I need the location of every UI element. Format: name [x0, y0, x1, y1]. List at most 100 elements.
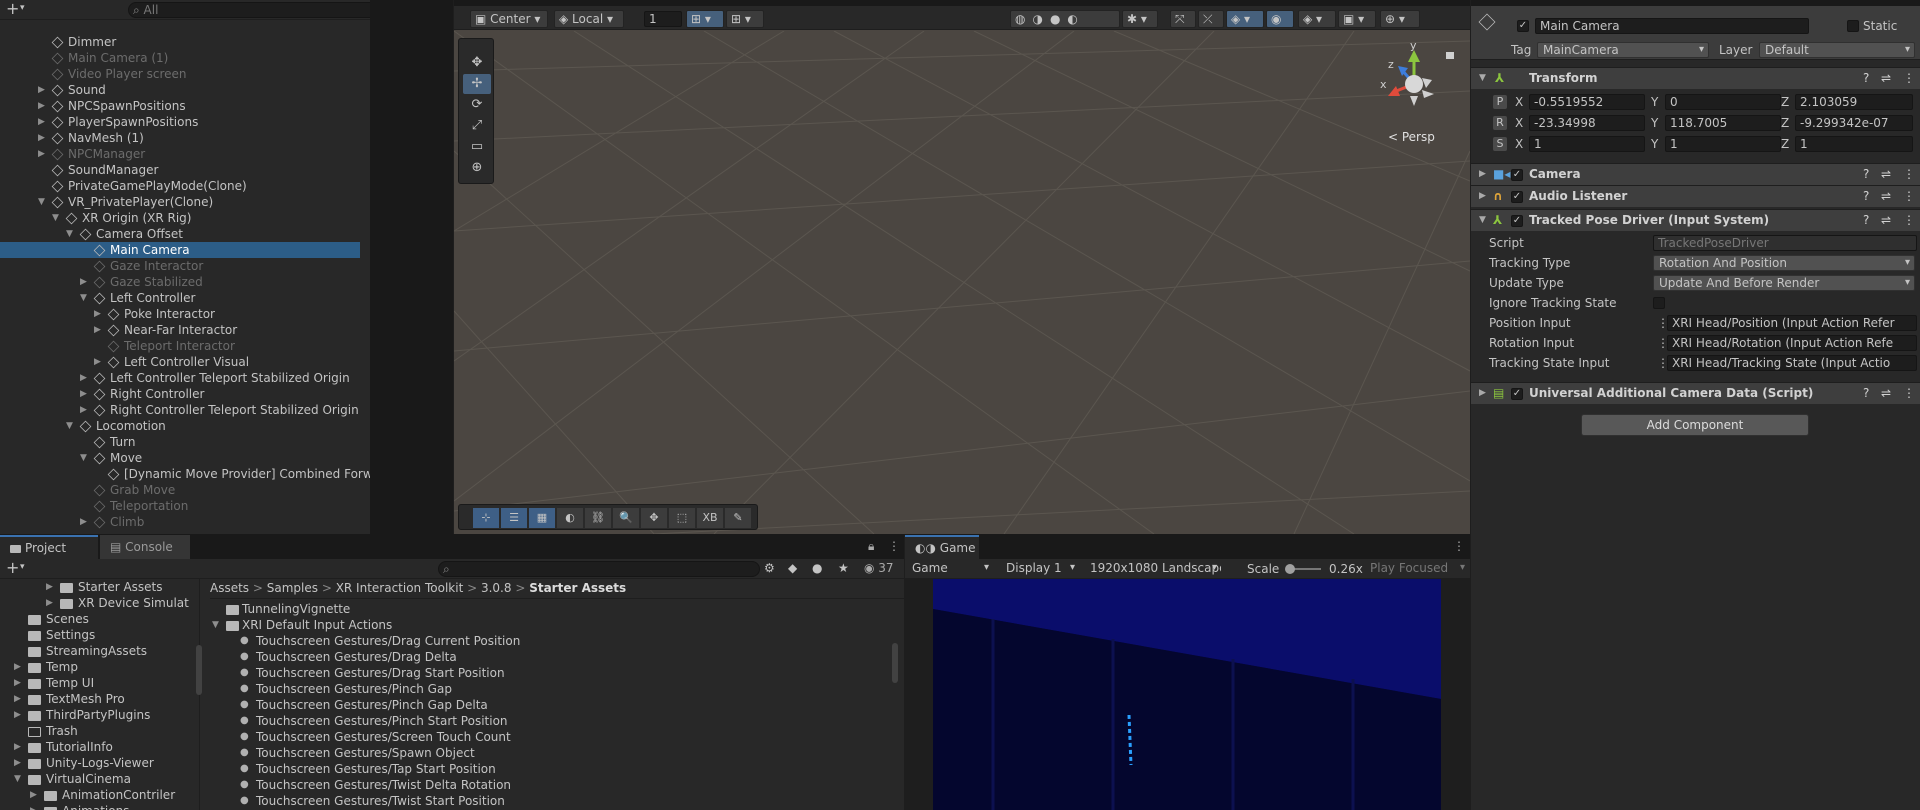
expand-arrow-icon[interactable]: ▶: [80, 514, 87, 530]
rotate-tool-button[interactable]: ⟳: [463, 95, 491, 115]
foldout-arrow-icon[interactable]: ▼: [1479, 210, 1486, 230]
panel-menu-icon[interactable]: ⋮: [1453, 539, 1465, 553]
scene-overlay-tool-button[interactable]: ▦: [529, 508, 555, 528]
transform-tool-button[interactable]: ⊕: [463, 158, 491, 178]
expand-arrow-icon[interactable]: ▶: [38, 98, 45, 114]
display-dropdown[interactable]: Display 1: [1001, 561, 1079, 577]
lighting-toggle-button[interactable]: ⤫: [1198, 10, 1224, 28]
presets-icon[interactable]: ⇌: [1881, 383, 1891, 403]
context-menu-icon[interactable]: ⋮: [1903, 383, 1915, 403]
scene-overlay-tool-button[interactable]: 🔍: [613, 508, 639, 528]
rotation-y-field[interactable]: 118.7005: [1665, 115, 1781, 131]
expand-arrow-icon[interactable]: ▶: [38, 82, 45, 98]
axis-z-label[interactable]: Z: [1781, 116, 1789, 130]
input-action-item[interactable]: ● Touchscreen Gestures/Drag Current Posit…: [210, 633, 890, 649]
layers-button[interactable]: ◈ ▾: [1298, 10, 1336, 28]
axis-x-label[interactable]: X: [1515, 95, 1523, 109]
project-files-scrollbar[interactable]: [892, 643, 898, 683]
hierarchy-item[interactable]: Grab Move: [0, 482, 360, 498]
project-tree-scrollbar[interactable]: [196, 645, 202, 695]
gizmos-button[interactable]: ⊕ ▾: [1380, 10, 1420, 28]
transform-header[interactable]: ▼ ⅄ Transform ? ⇌ ⋮: [1471, 67, 1920, 89]
hierarchy-item[interactable]: ▶ Left Controller Visual: [0, 354, 360, 370]
expand-arrow-icon[interactable]: ▶: [14, 691, 21, 707]
input-action-item[interactable]: ● Touchscreen Gestures/Pinch Gap Delta: [210, 697, 890, 713]
hierarchy-item[interactable]: ▼ Move: [0, 450, 360, 466]
gizmo-debug-button[interactable]: ✱ ▾: [1122, 10, 1158, 28]
toggle-2d-button[interactable]: ⤧: [1170, 10, 1196, 28]
help-icon[interactable]: ?: [1863, 68, 1869, 88]
position-input-field[interactable]: XRI Head/Position (Input Action Refer: [1667, 315, 1917, 331]
lock-icon[interactable]: [1446, 52, 1454, 59]
foldout-arrow-icon[interactable]: ▶: [1479, 186, 1486, 206]
scene-overlay-tool-button[interactable]: ⬚: [669, 508, 695, 528]
rotation-z-field[interactable]: -9.299342e-07: [1795, 115, 1913, 131]
project-folder-item[interactable]: ▶ Starter Assets: [0, 579, 199, 595]
expand-arrow-icon[interactable]: ▶: [38, 114, 45, 130]
add-dropdown-icon[interactable]: ▾: [20, 3, 25, 13]
projection-label[interactable]: < Persp: [1388, 130, 1435, 144]
pivot-space-dropdown[interactable]: ◈ Local ▾: [554, 10, 624, 28]
expand-arrow-icon[interactable]: ▶: [38, 146, 45, 162]
project-folder-item[interactable]: ▶ ThirdPartyPlugins: [0, 707, 199, 723]
rotation-badge[interactable]: R: [1493, 116, 1507, 130]
expand-arrow-icon[interactable]: ▼: [80, 290, 87, 306]
hierarchy-item[interactable]: Teleport Interactor: [0, 338, 360, 354]
static-checkbox[interactable]: [1847, 20, 1859, 32]
tab-console[interactable]: ▤ Console: [100, 535, 190, 559]
expand-arrow-icon[interactable]: ▼: [14, 771, 21, 787]
expand-arrow-icon[interactable]: ▼: [38, 194, 45, 210]
expand-arrow-icon[interactable]: ▼: [212, 617, 219, 633]
foldout-arrow-icon[interactable]: ▶: [1479, 383, 1486, 403]
expand-arrow-icon[interactable]: ▶: [14, 755, 21, 771]
scale-z-field[interactable]: 1: [1795, 136, 1913, 152]
presets-icon[interactable]: ⇌: [1881, 186, 1891, 206]
project-folder-item[interactable]: ▶ TextMesh Pro: [0, 691, 199, 707]
project-folder-item[interactable]: ▶ Unity-Logs-Viewer: [0, 755, 199, 771]
audio-enabled-checkbox[interactable]: ✓: [1511, 191, 1523, 203]
help-icon[interactable]: ?: [1863, 164, 1869, 184]
input-action-item[interactable]: ● Touchscreen Gestures/Tap Start Position: [210, 761, 890, 777]
pivot-mode-dropdown[interactable]: ▣ Center ▾: [470, 10, 548, 28]
scale-badge[interactable]: S: [1493, 137, 1507, 151]
position-x-field[interactable]: -0.5519552: [1529, 94, 1645, 110]
input-action-item[interactable]: ● Touchscreen Gestures/Drag Start Positio…: [210, 665, 890, 681]
hierarchy-item[interactable]: ▶ Left Controller Teleport Stabilized Ori…: [0, 370, 360, 386]
tracking-state-field[interactable]: XRI Head/Tracking State (Input Actio: [1667, 355, 1917, 371]
project-folder-item[interactable]: ▶ Temp: [0, 659, 199, 675]
hierarchy-item[interactable]: Main Camera: [0, 242, 360, 258]
scene-grid[interactable]: [454, 31, 1470, 534]
info-icon[interactable]: ●: [812, 561, 822, 575]
axis-y-label[interactable]: Y: [1651, 95, 1658, 109]
search-by-label-icon[interactable]: ◆: [788, 561, 797, 575]
expand-arrow-icon[interactable]: ▶: [30, 803, 37, 810]
tracked-pose-enabled-checkbox[interactable]: ✓: [1511, 215, 1523, 227]
expand-arrow-icon[interactable]: ▶: [80, 274, 87, 290]
urp-camera-data-header[interactable]: ▶ ▤ ✓ Universal Additional Camera Data (…: [1471, 382, 1920, 404]
add-icon[interactable]: +: [6, 0, 19, 18]
axis-z-label[interactable]: Z: [1781, 95, 1789, 109]
position-badge[interactable]: P: [1493, 95, 1507, 109]
scene-overlay-tool-button[interactable]: ☰: [501, 508, 527, 528]
ignore-tracking-checkbox[interactable]: [1653, 297, 1665, 309]
expand-arrow-icon[interactable]: ▶: [94, 354, 101, 370]
input-action-item[interactable]: ● Touchscreen Gestures/Spawn Object: [210, 745, 890, 761]
hierarchy-item[interactable]: ▶ NavMesh (1): [0, 130, 360, 146]
context-menu-icon[interactable]: ⋮: [1903, 210, 1915, 230]
foldout-arrow-icon[interactable]: ▶: [1479, 164, 1486, 184]
hand-tool-button[interactable]: ✥: [463, 53, 491, 73]
expand-arrow-icon[interactable]: ▶: [94, 322, 101, 338]
hierarchy-item[interactable]: ▶ Right Controller Teleport Stabilized Or…: [0, 402, 360, 418]
breadcrumb-item[interactable]: XR Interaction Toolkit: [336, 581, 464, 595]
axis-y-label[interactable]: Y: [1651, 137, 1658, 151]
effects-button[interactable]: ◈ ▾: [1226, 10, 1264, 28]
rotation-x-field[interactable]: -23.34998: [1529, 115, 1645, 131]
resolution-dropdown[interactable]: 1920x1080 Landscape: [1085, 561, 1221, 577]
hierarchy-item[interactable]: ▶ Right Controller: [0, 386, 360, 402]
tab-project[interactable]: Project: [0, 535, 98, 559]
breadcrumb-item[interactable]: Samples: [267, 581, 318, 595]
position-z-field[interactable]: 2.103059: [1795, 94, 1913, 110]
hierarchy-item[interactable]: ▶ Near-Far Interactor: [0, 322, 360, 338]
expand-arrow-icon[interactable]: ▶: [94, 306, 101, 322]
scene-visibility-button[interactable]: ◉: [1266, 10, 1294, 28]
